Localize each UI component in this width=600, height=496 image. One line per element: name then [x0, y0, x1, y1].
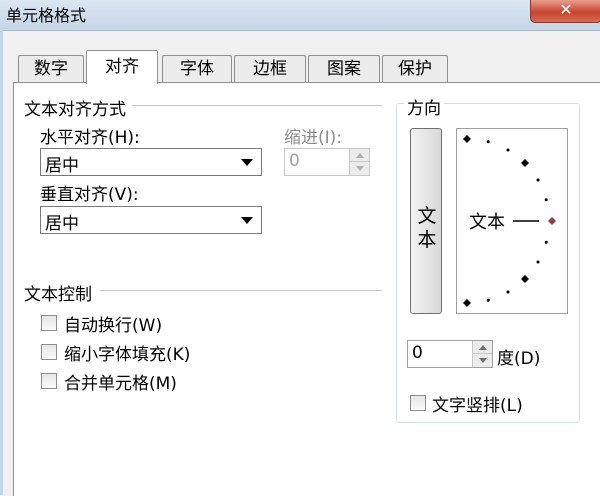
shrink-to-fit-label: 缩小字体填充(K) [64, 345, 191, 365]
dial-minor-tick [536, 260, 540, 264]
shrink-to-fit-checkbox[interactable] [41, 344, 57, 360]
wrap-text-label: 自动换行(W) [64, 316, 163, 336]
wrap-text-checkbox[interactable] [41, 315, 57, 331]
spin-down-button[interactable] [472, 354, 492, 367]
dial-major-tick [520, 274, 529, 283]
degrees-spinner[interactable]: 0 [407, 340, 493, 368]
dial-text: 文本 [469, 212, 505, 233]
triangle-down-icon [356, 166, 364, 171]
triangle-down-icon [479, 358, 487, 363]
tab-font[interactable]: 字体 [162, 55, 232, 83]
orientation-dial[interactable]: 文本 [456, 128, 568, 314]
dial-minor-tick [486, 140, 490, 144]
dial-major-tick [520, 159, 529, 168]
section-divider [132, 105, 382, 106]
horizontal-align-select[interactable]: 居中 [40, 148, 262, 176]
section-divider [100, 290, 382, 291]
close-button[interactable]: ✕ [530, 0, 600, 23]
dial-minor-tick [536, 178, 540, 182]
dial-major-tick [463, 299, 471, 307]
chevron-down-icon [241, 217, 253, 224]
stacked-text-checkbox[interactable] [410, 395, 426, 411]
window-title: 单元格格式 [6, 6, 87, 25]
indent-spinner[interactable]: 0 [284, 148, 370, 176]
orientation-dial-graphic: 文本 [463, 135, 556, 307]
degrees-label: 度(D) [497, 349, 541, 369]
orientation-heading: 方向 [404, 94, 444, 119]
text-alignment-heading: 文本对齐方式 [24, 100, 126, 120]
merge-cells-label: 合并单元格(M) [64, 374, 177, 394]
title-bar: 单元格格式 [0, 0, 600, 31]
tab-border[interactable]: 边框 [234, 55, 306, 83]
tab-protection[interactable]: 保护 [382, 55, 448, 83]
dial-minor-tick [506, 290, 510, 294]
text-control-heading: 文本控制 [24, 285, 92, 305]
dial-minor-tick [486, 298, 490, 302]
window-frame [0, 30, 3, 495]
tab-number[interactable]: 数字 [18, 55, 84, 83]
stacked-text-label: 文字竖排(L) [432, 396, 523, 416]
spin-up-button[interactable] [472, 341, 492, 354]
spin-up-button[interactable] [349, 149, 369, 162]
tab-alignment[interactable]: 对齐 [86, 50, 158, 84]
triangle-up-icon [356, 153, 364, 158]
vertical-align-select[interactable]: 居中 [40, 206, 262, 234]
chevron-down-icon [241, 159, 253, 166]
vertical-align-label: 垂直对齐(V): [40, 185, 139, 205]
dial-marker [548, 217, 556, 225]
dial-major-tick [463, 135, 471, 143]
indent-label: 缩进(I): [284, 128, 343, 148]
vertical-text-button[interactable]: 文本 [410, 128, 442, 314]
spin-down-button[interactable] [349, 162, 369, 175]
dial-minor-tick [506, 148, 510, 152]
dial-minor-tick [544, 240, 548, 244]
horizontal-align-label: 水平对齐(H): [40, 128, 140, 148]
tab-patterns[interactable]: 图案 [308, 55, 380, 83]
triangle-up-icon [479, 345, 487, 350]
dial-minor-tick [544, 198, 548, 202]
merge-cells-checkbox[interactable] [41, 373, 57, 389]
close-icon: ✕ [559, 0, 573, 19]
